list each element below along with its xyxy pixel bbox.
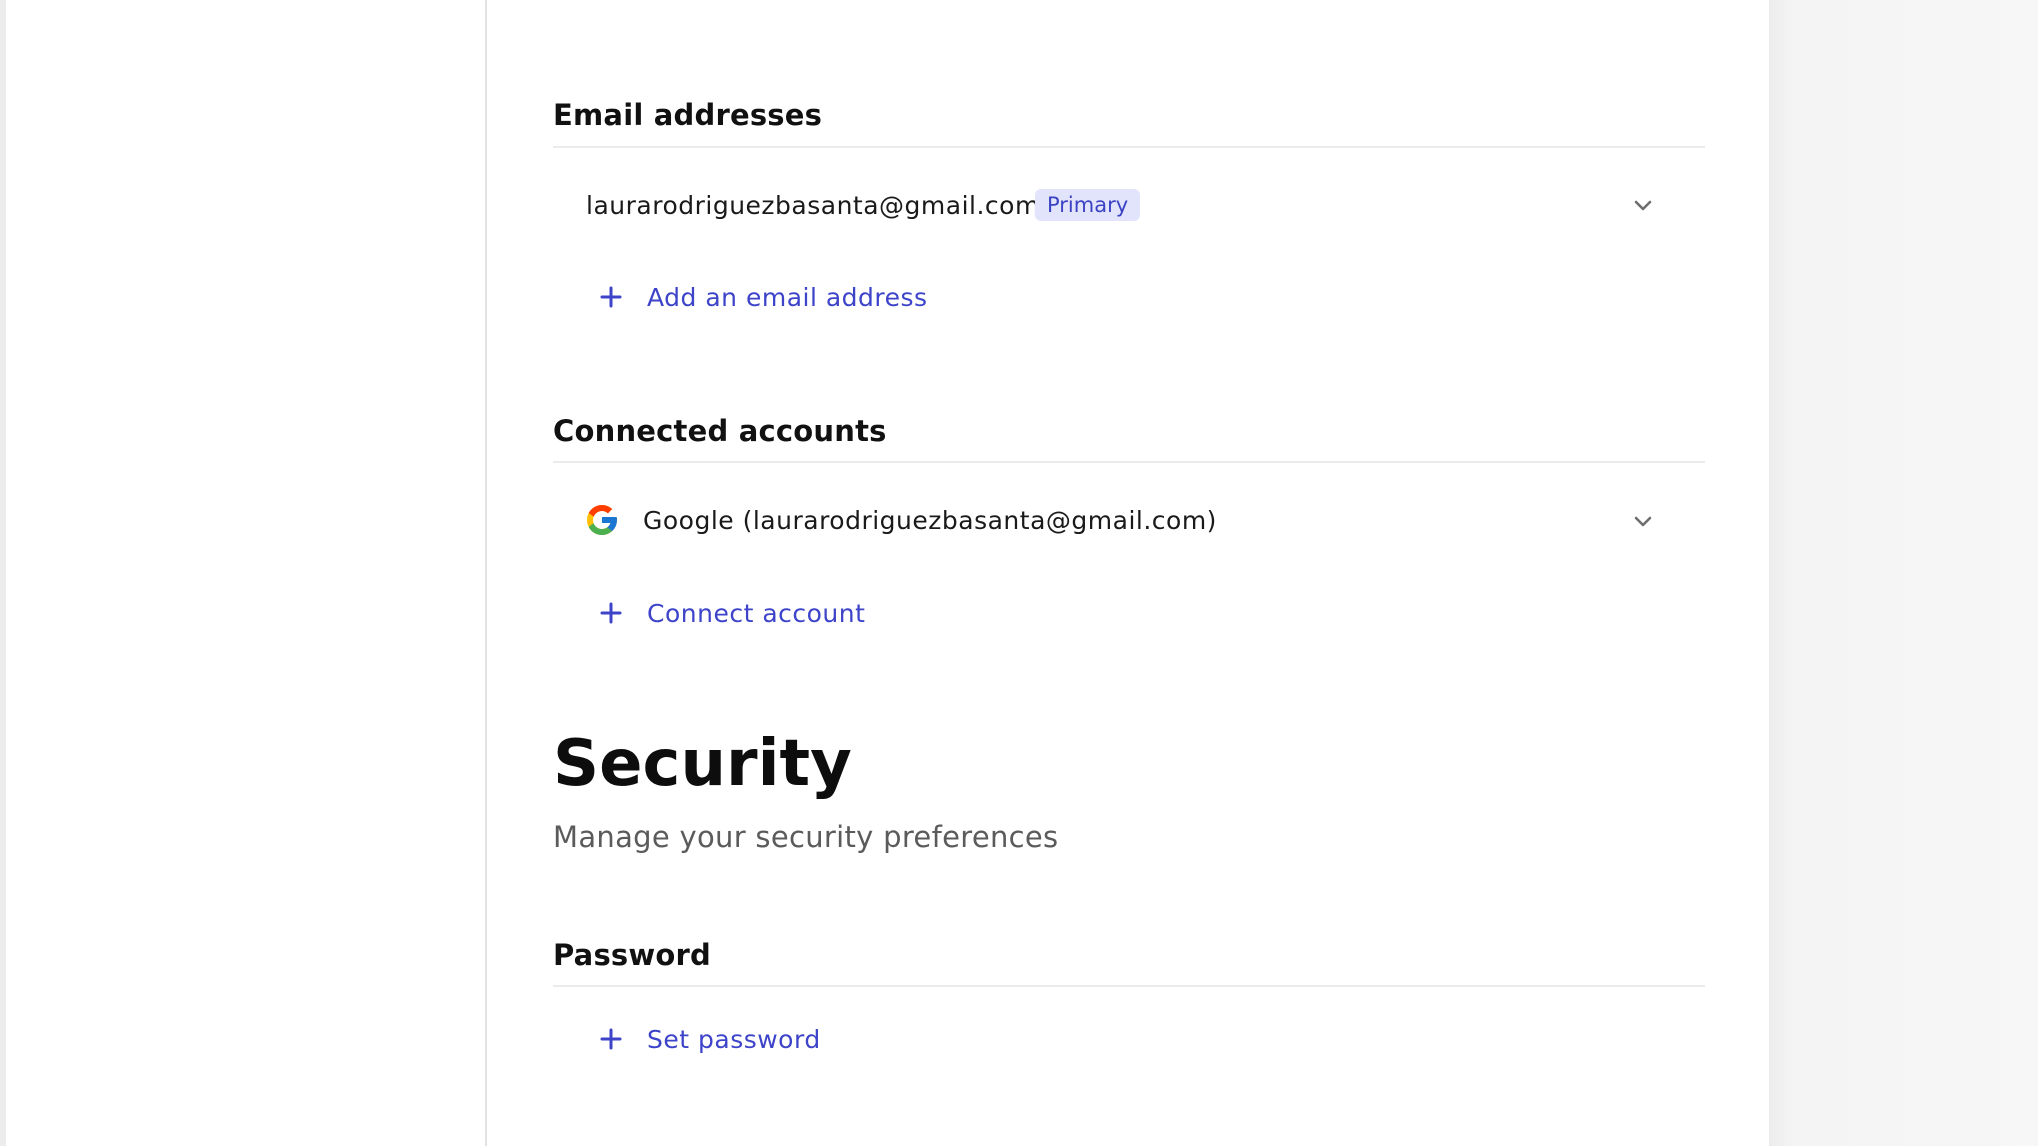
email-address: laurarodriguezbasanta@gmail.com	[586, 191, 1040, 220]
connected-accounts-title: Connected accounts	[553, 414, 887, 448]
main-panel: Email addresses laurarodriguezbasanta@gm…	[487, 0, 1769, 1146]
plus-icon	[600, 1028, 622, 1050]
connected-account-label: Google (laurarodriguezbasanta@gmail.com)	[643, 506, 1217, 535]
connected-account-item[interactable]: Google (laurarodriguezbasanta@gmail.com)	[553, 492, 1705, 550]
chevron-down-icon[interactable]	[1631, 193, 1655, 217]
set-password-label: Set password	[647, 1025, 821, 1054]
connected-accounts-divider	[553, 461, 1705, 463]
password-section-divider	[553, 985, 1705, 987]
google-icon	[587, 505, 617, 535]
email-list-item[interactable]: laurarodriguezbasanta@gmail.com Primary	[553, 176, 1705, 234]
chevron-down-icon[interactable]	[1631, 509, 1655, 533]
page-background-right	[1769, 0, 2038, 1146]
sidebar	[6, 0, 487, 1146]
email-section-divider	[553, 146, 1705, 148]
plus-icon	[600, 286, 622, 308]
page-title: Security	[553, 727, 852, 801]
page-subtitle: Manage your security preferences	[553, 820, 1059, 854]
plus-icon	[600, 602, 622, 624]
primary-badge: Primary	[1035, 189, 1141, 221]
password-section-title: Password	[553, 938, 711, 972]
add-email-label: Add an email address	[647, 283, 928, 312]
email-section-title: Email addresses	[553, 98, 823, 132]
connect-account-label: Connect account	[647, 599, 866, 628]
